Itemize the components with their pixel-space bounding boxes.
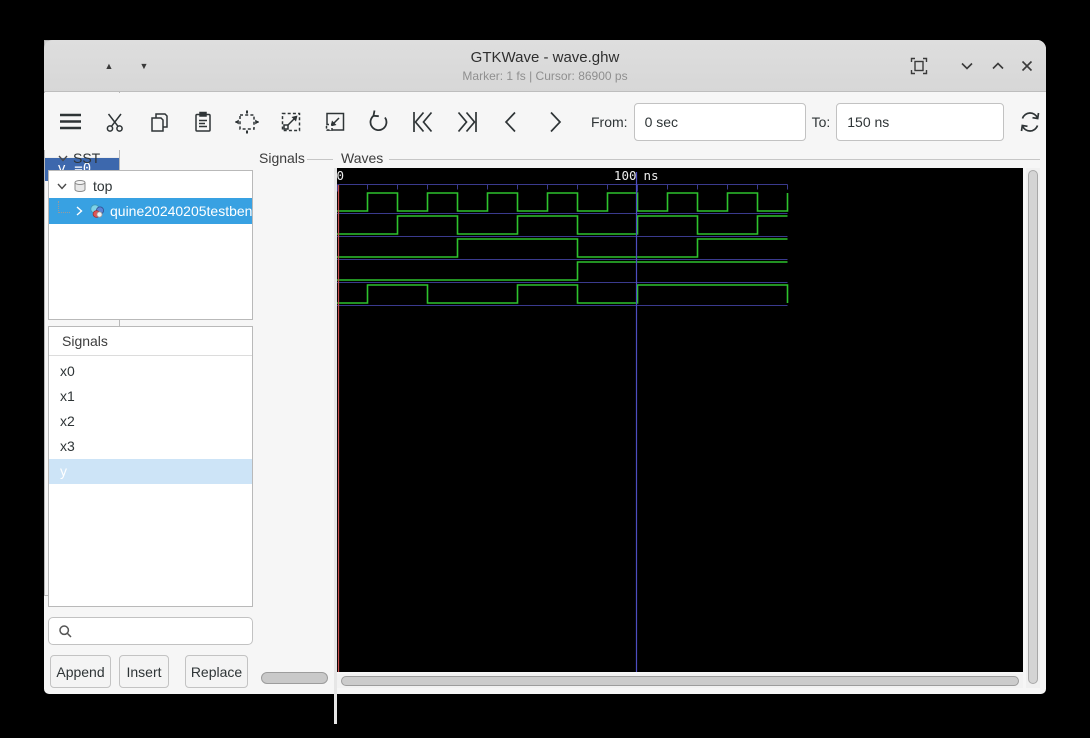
- undo-icon: [369, 109, 387, 131]
- chevron-down-icon: [58, 155, 68, 162]
- wave-trace-x3: [337, 261, 788, 281]
- tree-connector: [58, 201, 70, 213]
- copy-button[interactable]: [145, 108, 172, 135]
- wave-vscrollbar-thumb[interactable]: [1028, 170, 1038, 684]
- fullscreen-button[interactable]: [906, 54, 932, 78]
- zoom-out-icon: [325, 112, 344, 131]
- marker-cursor-status: Marker: 1 fs | Cursor: 86900 ps: [462, 69, 628, 83]
- svg-text:ns: ns: [644, 168, 659, 183]
- search-input[interactable]: [79, 619, 247, 643]
- window-title: GTKWave - wave.ghw: [470, 49, 620, 66]
- reload-icon: [1020, 111, 1040, 132]
- paste-button[interactable]: [189, 108, 216, 135]
- wave-hscrollbar-thumb[interactable]: [341, 676, 1019, 686]
- svg-text:0: 0: [337, 168, 344, 183]
- module-cylinder-icon: [74, 180, 86, 192]
- chevron-right-icon: [76, 206, 83, 216]
- wave-trace-x1: [337, 215, 788, 235]
- minimize-button[interactable]: [954, 54, 980, 78]
- gtkwave-window: ▲ ▼ GTKWave - wave.ghw Marker: 1 fs | Cu…: [44, 40, 1046, 724]
- insert-button[interactable]: Insert: [119, 655, 169, 688]
- chevron-left-icon: [504, 111, 516, 132]
- signal-item-x3[interactable]: x3: [49, 434, 252, 459]
- menu-button[interactable]: [57, 108, 84, 135]
- fullscreen-icon: [910, 57, 928, 75]
- svg-text:100: 100: [614, 168, 637, 183]
- from-input[interactable]: [633, 102, 806, 141]
- signals-browser-header: Signals: [49, 327, 252, 356]
- signal-item-x0[interactable]: x0: [49, 359, 252, 384]
- paste-icon: [194, 111, 211, 132]
- wave-trace-y: [337, 284, 789, 304]
- signals-frame-label: Signals: [259, 150, 305, 166]
- close-button[interactable]: [1014, 54, 1040, 78]
- sst-tree-panel: top quine20240205testbench: [48, 170, 253, 320]
- signals-browser-panel: Signals x0 x1 x2 x3 y: [48, 326, 253, 607]
- cut-icon: [106, 113, 123, 132]
- zoom-fit-icon: [234, 110, 259, 133]
- prev-edge-button[interactable]: [497, 108, 524, 135]
- wave-trace-x2: [337, 238, 788, 258]
- testbench-spheres-icon: [90, 204, 104, 218]
- zoom-fit-button[interactable]: [233, 108, 260, 135]
- main-toolbar: From: To:: [44, 93, 1046, 150]
- sst-header-label: SST: [73, 150, 101, 166]
- chevron-down-icon: [57, 183, 67, 190]
- waveform-canvas[interactable]: 0 100 ns: [337, 168, 1023, 672]
- replace-button[interactable]: Replace: [185, 655, 248, 688]
- from-label: From:: [591, 113, 628, 130]
- maximize-button[interactable]: [985, 54, 1011, 78]
- wave-hscrollbar[interactable]: [337, 674, 1023, 688]
- skip-end-icon: [457, 111, 477, 132]
- wave-trace-x0: [337, 192, 789, 212]
- chevron-up-icon: [992, 62, 1004, 70]
- signal-item-y[interactable]: y: [49, 459, 252, 484]
- undo-button[interactable]: [365, 108, 392, 135]
- waveform-plot: 0 100 ns: [337, 168, 789, 672]
- reload-button[interactable]: [1016, 108, 1043, 135]
- search-icon: [59, 625, 72, 638]
- cut-button[interactable]: [101, 108, 128, 135]
- signal-list-hscrollbar[interactable]: [261, 672, 328, 684]
- close-icon: [1021, 60, 1033, 72]
- hamburger-menu-icon: [60, 113, 81, 130]
- skip-start-icon: [412, 111, 432, 132]
- signal-search-box[interactable]: [48, 617, 253, 645]
- zoom-in-icon: [281, 112, 300, 131]
- tree-item-label: quine20240205testbench: [110, 203, 253, 219]
- tree-item-label: top: [93, 178, 113, 194]
- titlebar[interactable]: ▲ ▼ GTKWave - wave.ghw Marker: 1 fs | Cu…: [44, 40, 1046, 92]
- copy-icon: [150, 112, 168, 132]
- append-button[interactable]: Append: [50, 655, 111, 688]
- to-label: To:: [811, 113, 831, 130]
- skip-to-start-button[interactable]: [409, 108, 436, 135]
- signal-item-x1[interactable]: x1: [49, 384, 252, 409]
- signals-frame-line: [307, 159, 333, 160]
- next-edge-button[interactable]: [541, 108, 568, 135]
- tree-item-top[interactable]: top: [49, 174, 252, 198]
- to-input[interactable]: [836, 102, 1005, 141]
- sst-expander[interactable]: SST: [50, 150, 100, 166]
- skip-to-end-button[interactable]: [453, 108, 480, 135]
- zoom-out-button[interactable]: [321, 108, 348, 135]
- chevron-down-icon: [961, 62, 973, 70]
- waves-frame-line: [389, 159, 1040, 160]
- tree-item-testbench[interactable]: quine20240205testbench: [49, 198, 252, 224]
- waves-frame-label: Waves: [341, 150, 384, 166]
- wave-vscrollbar[interactable]: [1026, 168, 1040, 688]
- zoom-in-button[interactable]: [277, 108, 304, 135]
- signal-item-x2[interactable]: x2: [49, 409, 252, 434]
- chevron-right-icon: [549, 111, 561, 132]
